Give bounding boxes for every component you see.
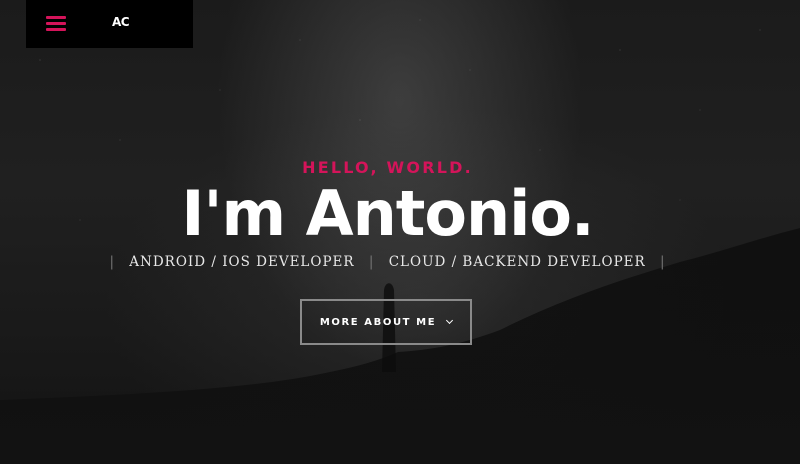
hero-title: I'm Antonio. [181,177,594,250]
site-logo[interactable]: AC [112,15,130,29]
role-separator: | [109,254,115,270]
hero-roles: | ANDROID / IOS DEVELOPER | CLOUD / BACK… [0,254,775,270]
chevron-down-icon [446,316,454,324]
hero-section: AC HELLO, WORLD. I'm Antonio. | ANDROID … [0,0,800,464]
hamburger-menu-icon[interactable] [46,15,66,33]
role-separator: | [368,254,375,270]
role-item: ANDROID / IOS DEVELOPER [129,254,355,270]
role-separator: | [660,254,666,270]
role-item: CLOUD / BACKEND DEVELOPER [388,254,646,270]
more-about-me-button[interactable]: MORE ABOUT ME [300,299,472,345]
more-about-me-label: MORE ABOUT ME [319,316,437,328]
hero-greeting: HELLO, WORLD. [302,158,473,177]
top-nav-bar: AC [26,0,193,48]
